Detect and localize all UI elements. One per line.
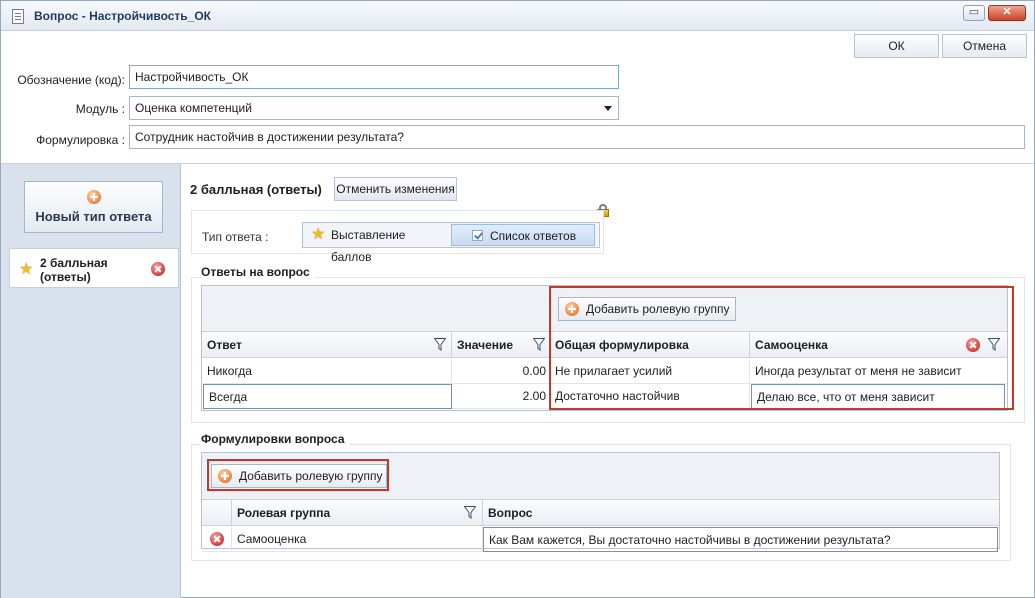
module-label: Модуль :	[75, 102, 125, 116]
table-row-cell[interactable]: Всегда	[203, 384, 452, 409]
add-role-group-button[interactable]: Добавить ролевую группу	[211, 464, 387, 488]
wording-input[interactable]: Сотрудник настойчив в достижении результ…	[129, 125, 1025, 149]
delete-icon[interactable]	[210, 532, 224, 546]
answer-type-list-option[interactable]: Список ответов	[451, 224, 595, 246]
module-select[interactable]: Оценка компетенций	[129, 96, 619, 120]
sidebar-item-2-point[interactable]: ★ 2 балльная (ответы)	[9, 248, 179, 288]
ok-button[interactable]: ОК	[854, 34, 939, 58]
table-row-cell[interactable]: Не прилагает усилий	[550, 359, 750, 384]
table-row-cell[interactable]: Никогда	[202, 359, 452, 384]
filter-icon[interactable]	[988, 338, 1000, 351]
delete-icon[interactable]	[151, 262, 165, 276]
dialog-window: Вопрос - Настройчивость_ОК ▭ ✕ ОК Отмена…	[0, 0, 1035, 598]
table-row-cell[interactable]: Самооценка	[232, 527, 483, 552]
code-label: Обозначение (код):	[17, 73, 125, 87]
table-row-cell[interactable]: 0.00	[452, 359, 550, 384]
cancel-button[interactable]: Отмена	[942, 34, 1027, 58]
table-row-cell[interactable]: Делаю все, что от меня зависит	[751, 384, 1005, 409]
answer-types-sidebar: Новый тип ответа ★ 2 балльная (ответы)	[1, 164, 181, 598]
add-icon	[218, 469, 232, 483]
code-input[interactable]: Настройчивость_ОК	[129, 65, 619, 89]
column-header-question[interactable]: Вопрос	[483, 500, 999, 526]
answer-type-scores-option[interactable]: ★ Выставление баллов	[305, 224, 449, 265]
table-row-cell[interactable]: Как Вам кажется, Вы достаточно настойчив…	[483, 527, 998, 552]
table-row-cell[interactable]: Достаточно настойчив	[550, 384, 750, 409]
filter-icon[interactable]	[533, 338, 545, 351]
wordings-section-title: Формулировки вопроса	[201, 432, 349, 446]
checkbox-icon	[472, 230, 483, 241]
delete-icon[interactable]	[966, 338, 980, 352]
new-answer-type-button[interactable]: Новый тип ответа	[24, 181, 163, 233]
table-row-cell[interactable]: 2.00	[452, 384, 550, 409]
sidebar-item-label: 2 балльная (ответы)	[40, 256, 108, 284]
add-role-group-button[interactable]: Добавить ролевую группу	[558, 297, 736, 321]
table-row-cell[interactable]: Иногда результат от меня не зависит	[750, 359, 1007, 384]
table-row-cell	[202, 527, 232, 552]
wording-label: Формулировка :	[36, 133, 125, 147]
column-header-value[interactable]: Значение	[452, 332, 550, 358]
close-button[interactable]: ✕	[988, 5, 1026, 21]
revert-changes-button[interactable]: Отменить изменения	[334, 177, 457, 201]
add-icon	[565, 302, 579, 316]
answer-type-title: 2 балльная (ответы)	[190, 182, 322, 197]
column-header-general-wording[interactable]: Общая формулировка	[550, 332, 750, 358]
new-answer-type-label: Новый тип ответа	[35, 209, 152, 224]
star-icon: ★	[19, 261, 34, 278]
column-header-actions	[202, 500, 232, 526]
title-bar[interactable]: Вопрос - Настройчивость_ОК ▭ ✕	[1, 1, 1034, 31]
filter-icon[interactable]	[464, 506, 476, 519]
maximize-button[interactable]: ▭	[963, 5, 985, 21]
filter-icon[interactable]	[434, 338, 446, 351]
answers-section-title: Ответы на вопрос	[201, 265, 314, 279]
add-icon	[87, 190, 101, 204]
wordings-grid: Добавить ролевую группу Ролевая группа В…	[201, 452, 1000, 552]
answers-grid: Добавить ролевую группу Ответ Значение О…	[201, 285, 1008, 411]
document-icon	[12, 9, 24, 24]
column-header-role-group[interactable]: Ролевая группа	[232, 500, 483, 526]
star-icon: ★	[311, 226, 326, 243]
column-header-self-assessment[interactable]: Самооценка	[750, 332, 1007, 358]
window-title: Вопрос - Настройчивость_ОК	[34, 9, 212, 23]
answer-type-panel: Тип ответа : ★ Выставление баллов Список…	[191, 210, 604, 265]
answer-type-label: Тип ответа :	[202, 230, 269, 244]
answer-type-switch: ★ Выставление баллов Список ответов	[302, 222, 600, 265]
column-header-answer[interactable]: Ответ	[202, 332, 452, 358]
